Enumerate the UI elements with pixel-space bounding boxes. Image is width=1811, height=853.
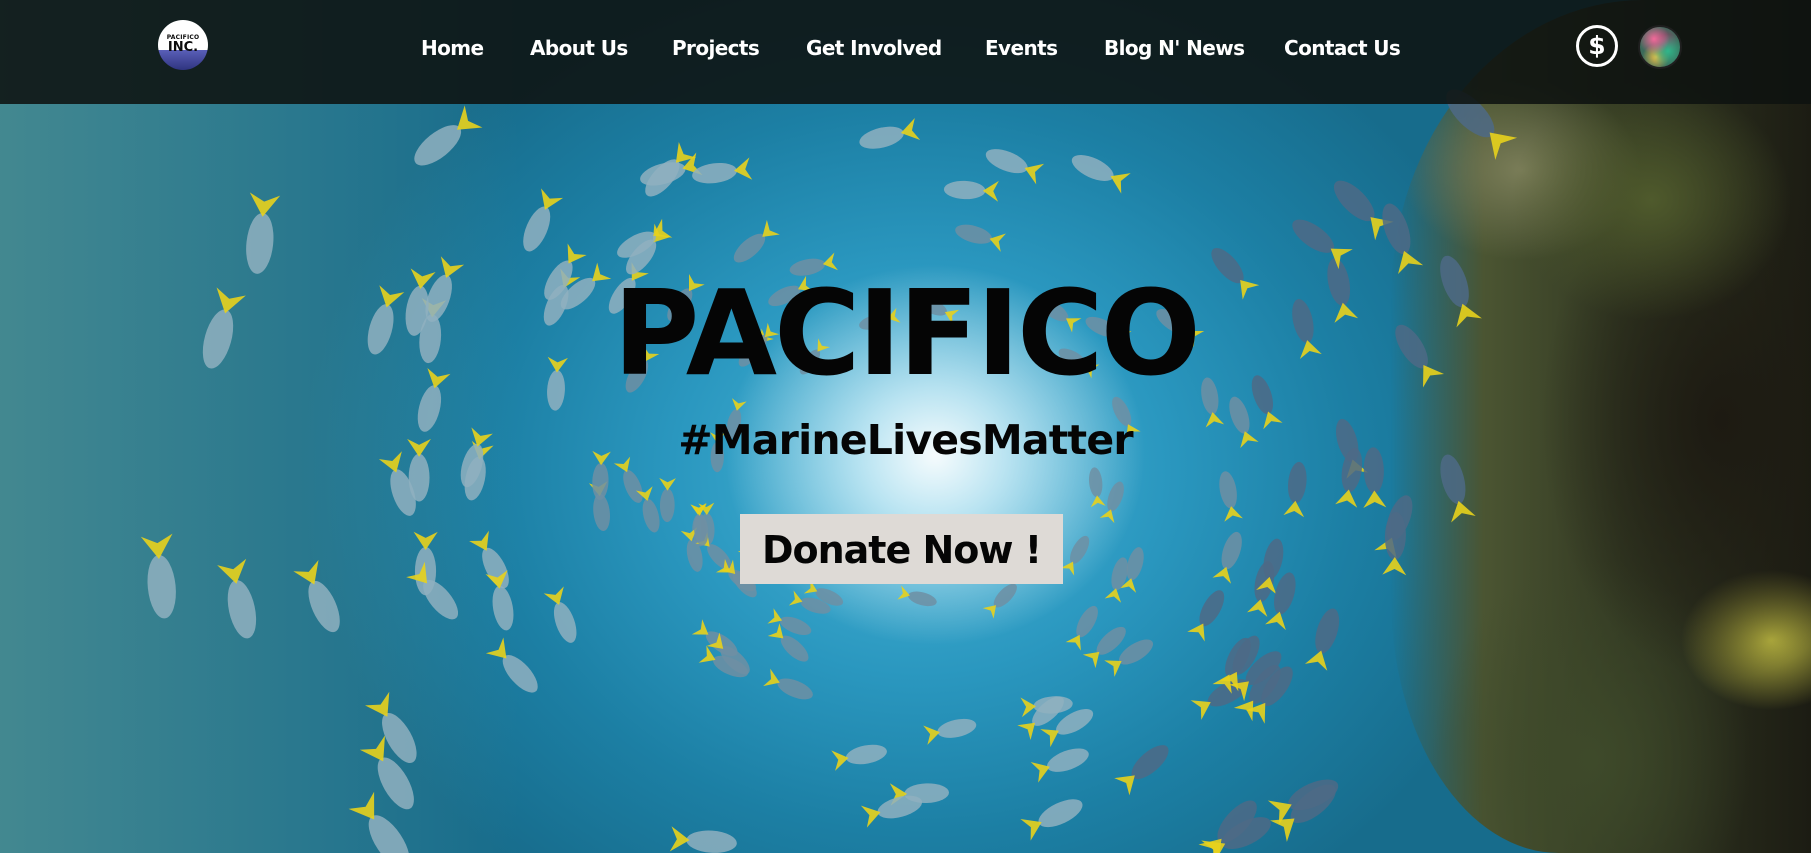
donate-now-button[interactable]: Donate Now !: [740, 514, 1063, 584]
page: PACIFICO INC. Home About Us Projects Get…: [0, 0, 1811, 853]
nav-item-home[interactable]: Home: [421, 36, 484, 60]
main-menu: Home About Us Projects Get Involved Even…: [0, 0, 1811, 104]
nav-item-projects[interactable]: Projects: [672, 36, 760, 60]
nav-item-contact-us[interactable]: Contact Us: [1284, 36, 1401, 60]
hero-tagline: #MarineLivesMatter: [678, 416, 1133, 464]
nav-item-events[interactable]: Events: [985, 36, 1058, 60]
nav-item-about-us[interactable]: About Us: [530, 36, 628, 60]
nav-item-blog-news[interactable]: Blog N' News: [1104, 36, 1245, 60]
dollar-circle-icon[interactable]: $: [1576, 25, 1618, 67]
user-avatar-icon[interactable]: [1638, 25, 1682, 69]
top-navigation-bar: PACIFICO INC. Home About Us Projects Get…: [0, 0, 1811, 104]
nav-item-get-involved[interactable]: Get Involved: [806, 36, 942, 60]
hero-title: PACIFICO: [613, 264, 1201, 402]
